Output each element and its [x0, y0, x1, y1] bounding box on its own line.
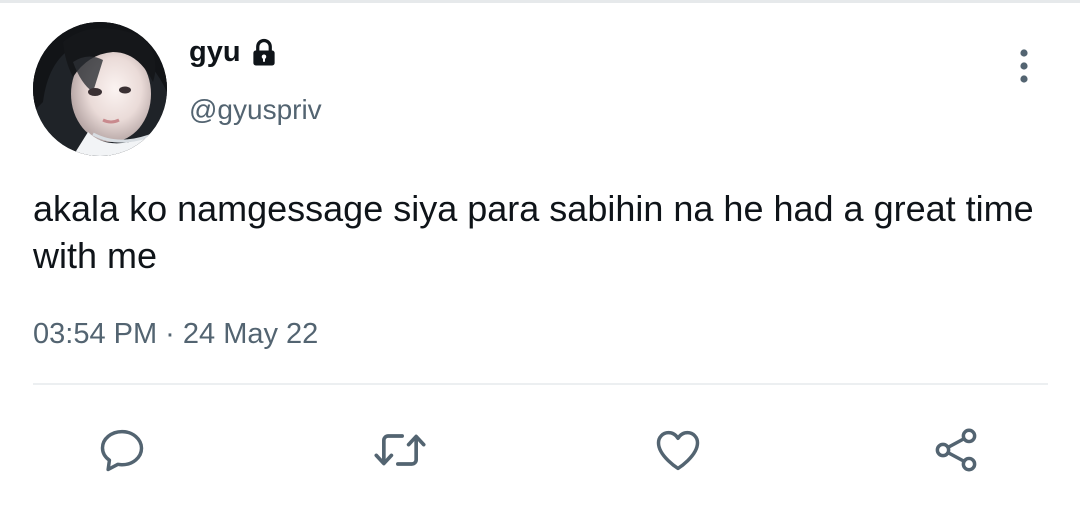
share-icon — [935, 428, 977, 472]
more-options-button[interactable] — [1004, 44, 1044, 88]
avatar[interactable] — [33, 22, 167, 156]
reply-button[interactable] — [94, 422, 150, 478]
heart-icon — [656, 430, 700, 471]
display-name-text[interactable]: gyu — [189, 36, 241, 69]
author-handle[interactable]: @gyuspriv — [189, 94, 322, 126]
retweet-icon — [374, 434, 426, 466]
more-vertical-icon — [1020, 49, 1028, 83]
retweet-button[interactable] — [372, 422, 428, 478]
action-divider — [33, 383, 1048, 385]
share-button[interactable] — [928, 422, 984, 478]
top-divider — [0, 0, 1080, 3]
author-name[interactable]: gyu — [189, 36, 279, 69]
lock-icon — [249, 38, 279, 68]
tweet-text: akala ko namgessage siya para sabihin na… — [33, 188, 1034, 276]
like-button[interactable] — [650, 422, 706, 478]
comment-icon — [100, 429, 144, 472]
avatar-image — [33, 22, 167, 156]
tweet-timestamp[interactable]: 03:54 PM · 24 May 22 — [33, 318, 318, 351]
